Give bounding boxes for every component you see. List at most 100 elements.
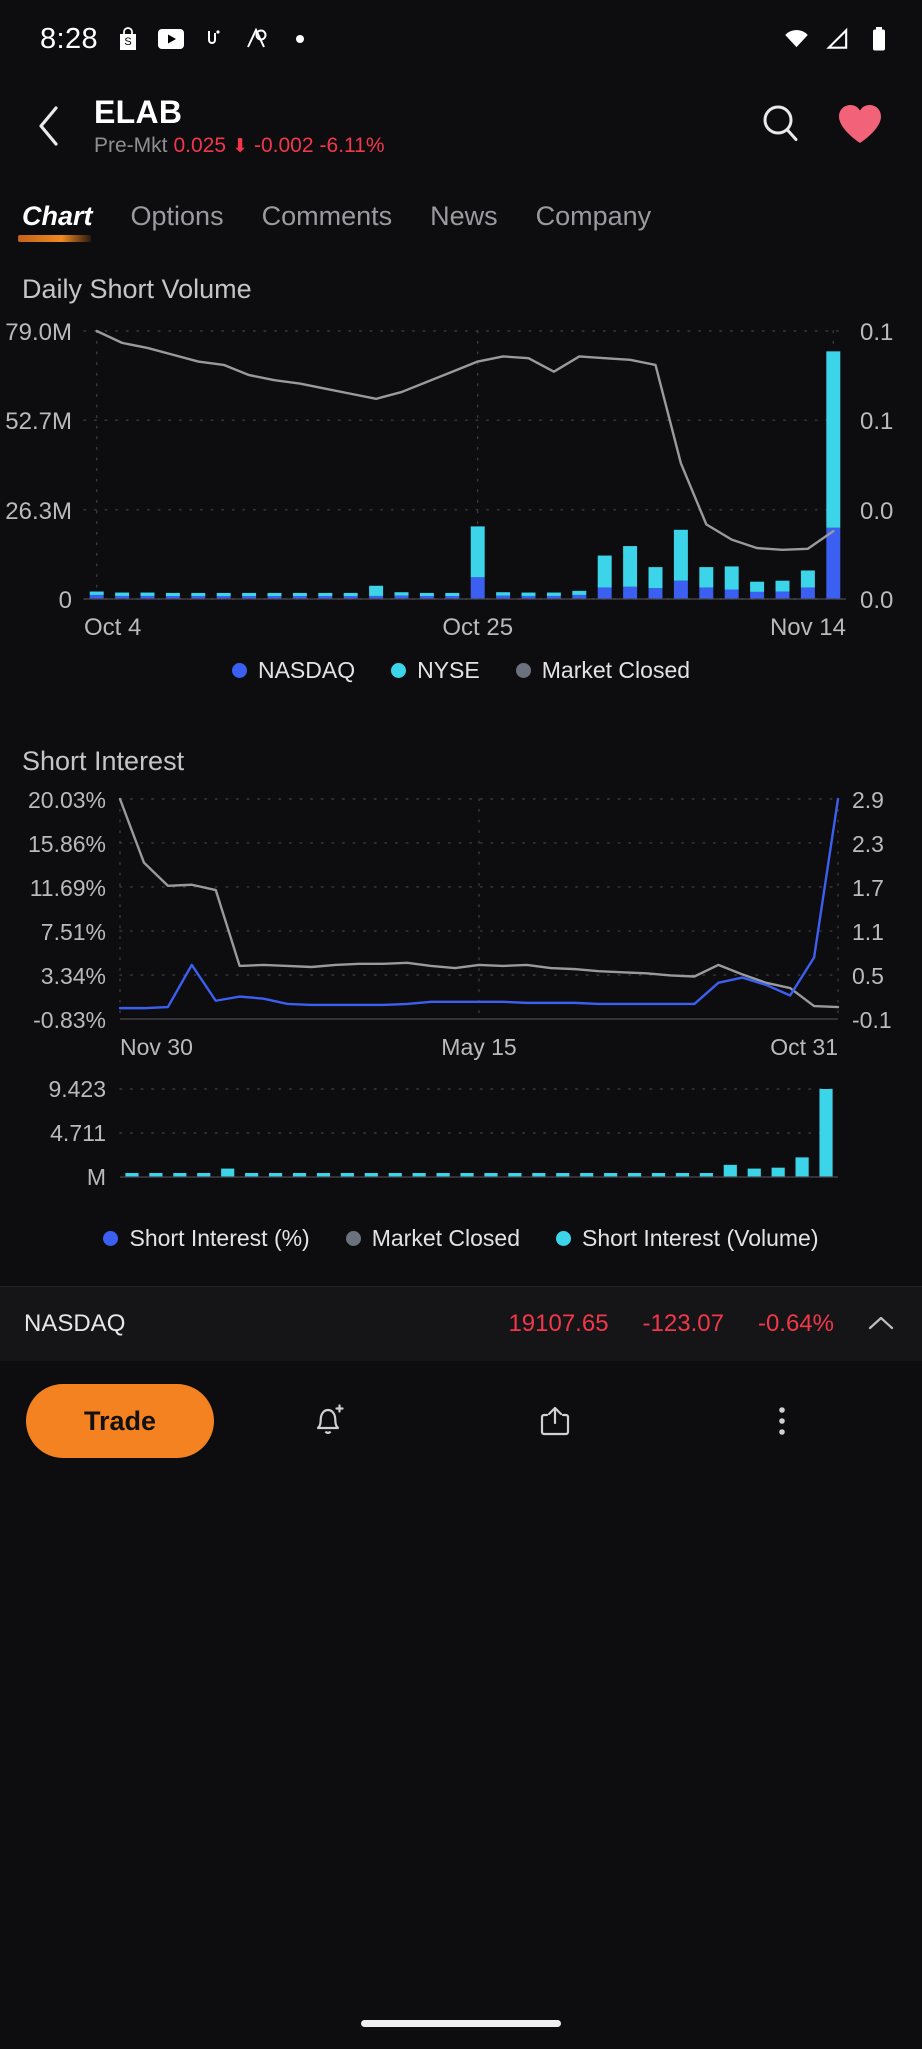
- tab-options[interactable]: Options: [131, 201, 224, 244]
- tab-bar: Chart Options Comments News Company: [0, 174, 922, 244]
- home-indicator: [361, 2020, 561, 2027]
- share-button[interactable]: [441, 1400, 668, 1442]
- bottom-nav: Trade: [0, 1361, 922, 1481]
- svg-text:Nov 30: Nov 30: [120, 1034, 193, 1060]
- search-icon: [763, 105, 798, 141]
- svg-text:52.7M: 52.7M: [5, 408, 72, 435]
- legend-label-nasdaq: NASDAQ: [257, 657, 356, 683]
- svg-text:9.423: 9.423: [48, 1076, 106, 1102]
- svg-text:0.5: 0.5: [852, 963, 884, 989]
- wifi-icon: [783, 26, 810, 53]
- svg-text:S: S: [124, 36, 131, 48]
- youtube-icon: [157, 26, 184, 53]
- svg-text:May 15: May 15: [441, 1034, 516, 1060]
- svg-text:0.0: 0.0: [860, 587, 893, 614]
- tab-news[interactable]: News: [430, 201, 498, 244]
- legend-label-short-interest-volume: Short Interest (Volume): [582, 1225, 819, 1251]
- app-icon: [200, 26, 227, 53]
- legend-item-nyse[interactable]: NYSE: [391, 657, 480, 684]
- share-icon: [540, 1406, 570, 1436]
- status-bar-right: [783, 26, 892, 53]
- svg-text:1.7: 1.7: [852, 875, 884, 901]
- legend-dot-short-interest-pct: [103, 1231, 119, 1246]
- legend-dot-short-interest-volume: [556, 1231, 571, 1246]
- svg-text:Nov 14: Nov 14: [770, 614, 846, 641]
- svg-text:20.03%: 20.03%: [28, 787, 106, 813]
- alerts-button[interactable]: [214, 1400, 441, 1442]
- legend-label-market-closed-2: Market Closed: [371, 1225, 520, 1251]
- expand-button[interactable]: [868, 1311, 894, 1337]
- legend-item-short-interest-pct[interactable]: Short Interest (%): [103, 1225, 310, 1252]
- status-bar-clock: 8:28: [40, 22, 99, 55]
- chevron-up-icon: [868, 1316, 894, 1330]
- svg-text:-0.83%: -0.83%: [33, 1007, 106, 1033]
- symbol-block[interactable]: ELAB Pre-Mkt 0.025 ⬇ -0.002 -6.11%: [86, 94, 748, 159]
- tab-comments[interactable]: Comments: [262, 201, 393, 244]
- short-interest-legend: Short Interest (%) Market Closed Short I…: [0, 1203, 922, 1252]
- battery-icon: [865, 26, 892, 53]
- signal-icon: [824, 26, 851, 53]
- svg-text:79.0M: 79.0M: [5, 319, 72, 346]
- status-bar: 8:28 S: [0, 0, 922, 78]
- svg-text:Oct 31: Oct 31: [770, 1034, 838, 1060]
- chevron-left-icon: [39, 106, 58, 146]
- short-interest-volume-chart[interactable]: 9.423 4.711 M: [0, 1073, 922, 1203]
- quote-summary: Pre-Mkt 0.025 ⬇ -0.002 -6.11%: [94, 134, 748, 158]
- svg-text:0.0: 0.0: [860, 498, 893, 525]
- short-interest-title: Short Interest: [22, 746, 185, 776]
- legend-item-short-interest-volume[interactable]: Short Interest (Volume): [556, 1225, 819, 1252]
- svg-text:1.1: 1.1: [852, 919, 884, 945]
- more-button[interactable]: [669, 1400, 896, 1442]
- index-value: 19107.65: [508, 1310, 609, 1337]
- back-button[interactable]: [22, 99, 76, 153]
- legend-label-market-closed: Market Closed: [541, 657, 691, 683]
- svg-text:Oct 4: Oct 4: [84, 614, 141, 641]
- svg-text:2.3: 2.3: [852, 831, 884, 857]
- svg-text:0.1: 0.1: [860, 319, 893, 346]
- quote-change-percent: -6.11%: [319, 134, 385, 158]
- page-title: ELAB: [94, 93, 183, 130]
- legend-label-nyse: NYSE: [417, 657, 480, 683]
- index-name: NASDAQ: [24, 1310, 126, 1337]
- favorite-button[interactable]: [836, 102, 884, 151]
- index-change-percent: -0.64%: [757, 1310, 834, 1337]
- status-bar-left: 8:28 S: [40, 23, 313, 56]
- svg-text:0: 0: [59, 587, 72, 614]
- legend-dot-market-closed-2: [345, 1231, 361, 1246]
- session-label: Pre-Mkt: [94, 134, 168, 158]
- app-icon-2: [243, 26, 270, 53]
- legend-label-short-interest-pct: Short Interest (%): [129, 1225, 310, 1251]
- bell-plus-icon: [316, 1404, 344, 1434]
- svg-text:2.9: 2.9: [852, 787, 884, 813]
- more-vertical-icon: [779, 1407, 786, 1435]
- trade-button[interactable]: Trade: [26, 1384, 214, 1458]
- svg-text:M: M: [87, 1164, 106, 1190]
- quote-price: 0.025: [173, 134, 227, 158]
- legend-dot-market-closed: [515, 663, 531, 678]
- svg-text:11.69%: 11.69%: [30, 875, 106, 901]
- app-screen: 8:28 S ELAB Pre-Mkt 0.025 ⬇ -0.002 -6.11…: [0, 0, 922, 2049]
- index-change: -123.07: [642, 1310, 724, 1337]
- quote-change: -0.002: [253, 134, 314, 158]
- legend-item-nasdaq[interactable]: NASDAQ: [231, 657, 356, 684]
- svg-text:-0.1: -0.1: [852, 1007, 892, 1033]
- search-button[interactable]: [758, 101, 804, 152]
- arrow-down-icon: ⬇: [232, 135, 248, 157]
- index-values: 19107.65 -123.07 -0.64%: [508, 1310, 894, 1338]
- tab-company[interactable]: Company: [536, 201, 652, 244]
- legend-item-market-closed[interactable]: Market Closed: [515, 657, 691, 684]
- tab-chart[interactable]: Chart: [18, 201, 93, 244]
- svg-text:15.86%: 15.86%: [28, 831, 106, 857]
- shopping-bag-icon: S: [114, 26, 141, 53]
- index-summary-bar[interactable]: NASDAQ 19107.65 -123.07 -0.64%: [0, 1287, 922, 1361]
- short-interest-chart[interactable]: 20.03% 2.9 15.86% 2.3 11.69% 1.7 7.51% 1.1 3.34%…: [0, 783, 922, 1073]
- daily-short-volume-chart[interactable]: 79.0M 0.1 52.7M 0.1 26.3M 0.0 0 0.0 Oct 4 Oct 25 N…: [0, 311, 922, 651]
- svg-text:0.1: 0.1: [860, 408, 893, 435]
- daily-short-volume-legend: NASDAQ NYSE Market Closed: [0, 651, 922, 684]
- page-header: ELAB Pre-Mkt 0.025 ⬇ -0.002 -6.11%: [0, 78, 922, 174]
- daily-short-volume-title: Daily Short Volume: [22, 274, 252, 304]
- legend-item-market-closed-2[interactable]: Market Closed: [345, 1225, 520, 1252]
- svg-text:26.3M: 26.3M: [5, 498, 72, 525]
- svg-text:3.34%: 3.34%: [41, 963, 106, 989]
- heart-icon: [839, 104, 881, 143]
